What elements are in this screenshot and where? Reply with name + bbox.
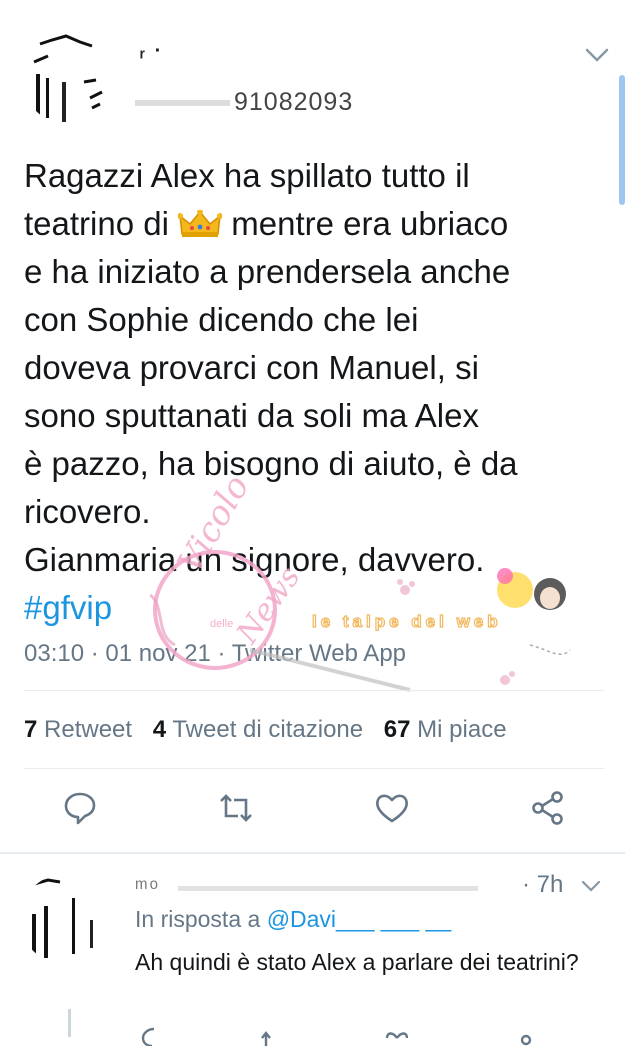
tweet-line-7: è pazzo, ha bisogno di aiuto, è da [24, 445, 518, 482]
retweets-stat[interactable]: 7 Retweet [24, 716, 132, 743]
reply-avatar-image [32, 878, 93, 958]
display-name[interactable]: ᵣ · [140, 40, 163, 63]
retweets-label: Retweet [44, 716, 133, 743]
user-handle[interactable]: 91082093 [135, 88, 353, 117]
tweet-line-6: sono sputtanati da soli ma Alex [24, 397, 479, 434]
avatar-image [33, 34, 103, 122]
likes-label: Mi piace [417, 716, 507, 743]
reply-text: Ah quindi è stato Alex a parlare dei tea… [135, 949, 579, 975]
scrollbar[interactable] [619, 75, 625, 205]
reply-icon[interactable] [62, 790, 98, 826]
quotes-stat[interactable]: 4 Tweet di citazione [153, 716, 363, 743]
likes-stat[interactable]: 67 Mi piace [384, 716, 507, 743]
divider-top [24, 690, 604, 691]
reply-like-icon[interactable] [383, 1026, 411, 1046]
tweet-line-5: doveva provarci con Manuel, si [24, 349, 479, 386]
reply-display-name[interactable]: ᵐᵒ [135, 874, 479, 900]
retweets-count: 7 [24, 716, 38, 743]
reply-tweet[interactable]: ᵐᵒ · 7h In risposta a @Davi___ ___ __ Ah… [0, 854, 625, 1046]
share-icon[interactable] [530, 790, 566, 826]
tweet-line-4: con Sophie dicendo che lei [24, 301, 419, 338]
reply-share-icon[interactable] [512, 1026, 540, 1046]
hashtag-link[interactable]: #gfvip [24, 589, 112, 626]
tweet-line-2b: mentre era ubriaco [222, 205, 509, 242]
tweet-line-2a: teatrino di [24, 205, 179, 242]
reply-name-blur [178, 885, 479, 891]
avatar[interactable] [22, 32, 114, 124]
in-reply-mention[interactable]: @Davi___ ___ __ [267, 906, 451, 932]
tweet-line-3: e ha iniziato a prendersela anche [24, 253, 511, 290]
crown-emoji-icon [178, 210, 223, 237]
like-icon[interactable] [374, 790, 410, 826]
main-tweet: ᵣ · 91082093 Ragazzi Alex ha spillato tu… [0, 0, 625, 850]
reply-avatar[interactable] [20, 874, 110, 964]
tweet-stats: 7 Retweet 4 Tweet di citazione 67 Mi pia… [24, 716, 507, 744]
retweet-icon[interactable] [218, 790, 254, 826]
chevron-down-icon[interactable] [584, 46, 610, 64]
tweet-line-1: Ragazzi Alex ha spillato tutto il [24, 157, 470, 194]
reply-time[interactable]: · 7h [522, 871, 563, 899]
reply-reply-icon[interactable] [140, 1026, 168, 1046]
in-reply-prefix: In risposta a [135, 906, 267, 932]
in-reply-to: In risposta a @Davi___ ___ __ [135, 906, 451, 933]
reply-time-text: 7h [536, 871, 564, 898]
quotes-label: Tweet di citazione [172, 716, 364, 743]
tweet-line-8: ricovero. [24, 493, 151, 530]
quotes-count: 4 [152, 716, 167, 743]
handle-blur [135, 100, 230, 107]
divider-bottom [24, 768, 604, 769]
reply-retweet-icon[interactable] [258, 1026, 286, 1046]
reply-chevron-down-icon[interactable] [580, 878, 602, 894]
thread-line [68, 1009, 71, 1037]
reply-name-text: ᵐᵒ [135, 874, 160, 899]
likes-count: 67 [383, 716, 411, 743]
watermark-right-text: le talpe del web [311, 611, 502, 631]
handle-text: 91082093 [234, 88, 354, 116]
